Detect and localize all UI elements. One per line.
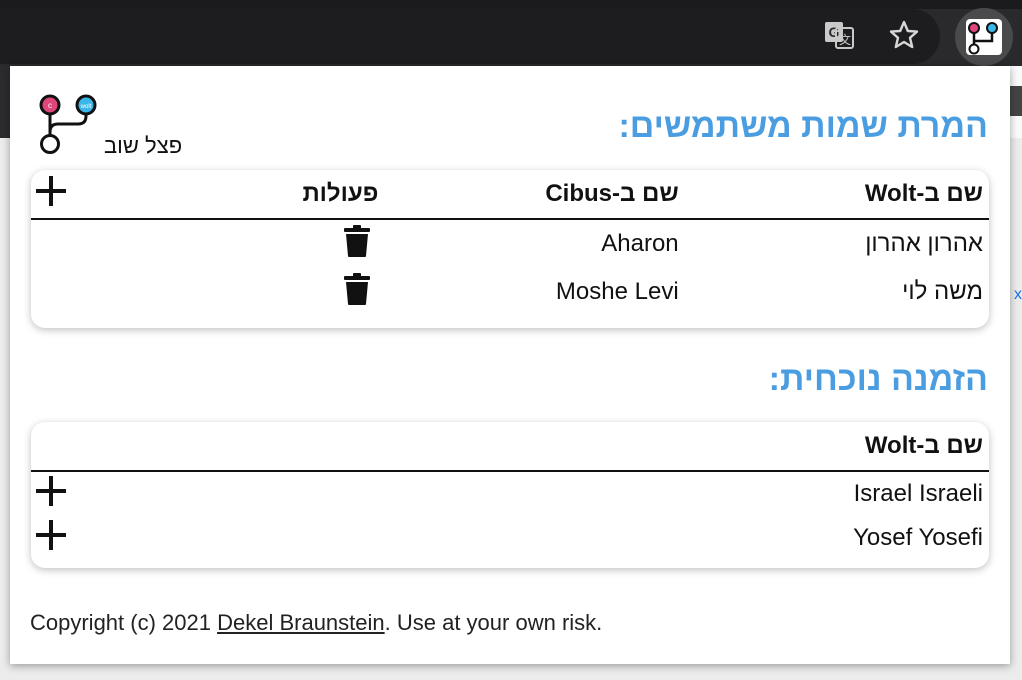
mappings-table: שם ב-Wolt שם ב-Cibus פעולות אהרון אהרון … <box>31 170 989 316</box>
address-bar[interactable] <box>0 9 940 64</box>
wolt-name-cell: Israel Israeli <box>853 480 983 507</box>
svg-text:G: G <box>829 24 840 40</box>
svg-text:wolt: wolt <box>80 104 92 110</box>
header-wolt-name: שם ב-Wolt <box>684 170 989 220</box>
table-row: Israel Israeli <box>31 471 989 516</box>
empty-cell <box>31 219 73 268</box>
copyright-prefix: Copyright (c) 2021 <box>30 610 218 635</box>
table-row: משה לוי Moshe Levi <box>31 268 989 316</box>
header-wolt-name: שם ב-Wolt <box>81 422 989 472</box>
background-sidebar <box>0 66 10 138</box>
header-cibus-name: שם ב-Cibus <box>384 170 685 220</box>
cibus-name-cell: Aharon <box>601 230 679 257</box>
browser-toolbar: G 文 <box>0 0 1022 66</box>
logo-branch-icon: c wolt <box>38 94 100 156</box>
svg-text:文: 文 <box>839 32 851 47</box>
extension-popup: c wolt פצל שוב המרת שמות משתמשים: שם ב-W… <box>10 66 1010 664</box>
add-mapping-cell <box>31 170 73 220</box>
wolt-name-cell: Yosef Yosefi <box>853 524 983 551</box>
branch-icon <box>966 19 1002 55</box>
copyright-footer: Copyright (c) 2021 Dekel Braunstein. Use… <box>30 610 602 636</box>
svg-text:c: c <box>48 101 52 110</box>
table-row: Yosef Yosefi <box>31 516 989 560</box>
current-order-card: שם ב-Wolt Israel Israeli Yosef Yosefi <box>31 422 989 568</box>
current-header-row: שם ב-Wolt <box>31 422 989 472</box>
add-mapping-plus-icon[interactable] <box>35 175 67 214</box>
bookmark-star-icon[interactable] <box>888 19 920 51</box>
header-actions: פעולות <box>73 170 385 220</box>
current-order-table: שם ב-Wolt Israel Israeli Yosef Yosefi <box>31 422 989 560</box>
header-empty-cell <box>31 422 81 472</box>
add-cell <box>31 516 81 560</box>
mappings-title: המרת שמות משתמשים: <box>618 107 988 145</box>
empty-cell <box>31 268 73 316</box>
add-cell <box>31 471 81 516</box>
delete-trash-icon[interactable] <box>344 272 371 312</box>
mappings-header-row: שם ב-Wolt שם ב-Cibus פעולות <box>31 170 989 220</box>
actions-cell <box>73 268 384 316</box>
extension-button[interactable] <box>955 8 1013 66</box>
tab-strip <box>0 0 1022 9</box>
translate-icon[interactable]: G 文 <box>823 19 855 51</box>
current-order-title: הזמנה נוכחית: <box>768 360 988 398</box>
add-plus-icon[interactable] <box>35 519 67 558</box>
background-link[interactable]: x <box>1014 286 1022 304</box>
wolt-name-cell: משה לוי <box>902 278 983 305</box>
wolt-name-cell: אהרון אהרון <box>865 230 983 257</box>
logo-text: פצל שוב <box>104 133 183 158</box>
table-row: אהרון אהרון Aharon <box>31 219 989 268</box>
cibus-name-cell: Moshe Levi <box>555 278 679 305</box>
delete-trash-icon[interactable] <box>344 224 371 264</box>
copyright-suffix: . Use at your own risk. <box>384 610 603 635</box>
add-plus-icon[interactable] <box>35 475 67 514</box>
actions-cell <box>73 219 384 268</box>
mappings-card: שם ב-Wolt שם ב-Cibus פעולות אהרון אהרון … <box>31 170 989 328</box>
author-link[interactable]: Dekel Braunstein <box>217 610 385 635</box>
background-grid-icon <box>1010 86 1022 116</box>
